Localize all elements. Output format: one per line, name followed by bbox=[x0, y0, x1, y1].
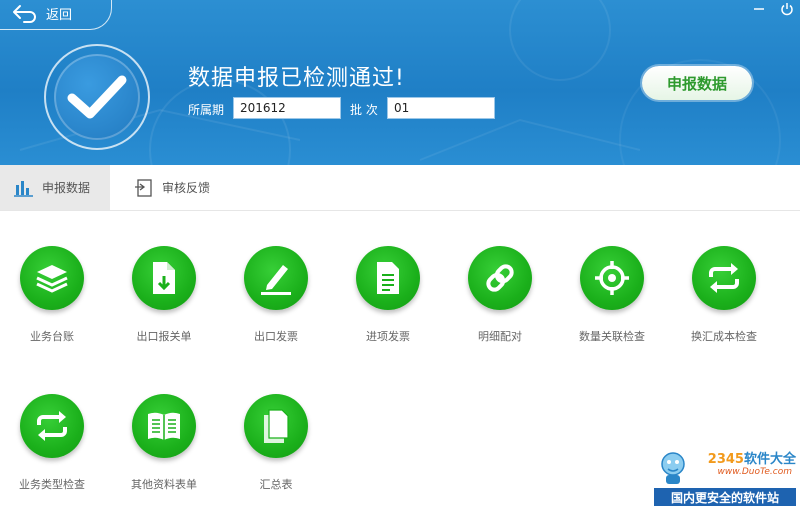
exchange-icon bbox=[37, 411, 67, 441]
item-export-declaration[interactable]: 出口报关单 bbox=[112, 246, 222, 356]
header-banner: 返回 数据申报已检测通过! 所属期 201612 批 次 01 申报数据 bbox=[0, 0, 800, 165]
feedback-icon bbox=[135, 178, 152, 197]
watermark-slogan: 国内更安全的软件站 bbox=[654, 488, 796, 506]
exchange-icon bbox=[709, 263, 739, 293]
batch-label: 批 次 bbox=[350, 103, 378, 117]
pen-icon bbox=[261, 265, 291, 295]
back-arrow-icon bbox=[13, 5, 36, 23]
tab-audit-feedback[interactable]: 审核反馈 bbox=[120, 165, 224, 210]
item-business-ledger[interactable]: 业务台账 bbox=[0, 246, 110, 356]
period-input[interactable]: 201612 bbox=[233, 97, 341, 119]
item-label: 出口报关单 bbox=[136, 330, 192, 343]
item-business-type-check[interactable]: 业务类型检查 bbox=[0, 394, 110, 504]
mascot-logo bbox=[661, 452, 685, 484]
item-exchange-cost-check[interactable]: 换汇成本检查 bbox=[672, 246, 782, 356]
item-other-forms[interactable]: 其他资料表单 bbox=[112, 394, 222, 504]
item-label: 换汇成本检查 bbox=[691, 330, 757, 343]
back-button[interactable]: 返回 bbox=[0, 0, 112, 30]
copy-icon bbox=[264, 409, 289, 443]
item-label: 出口发票 bbox=[254, 330, 298, 343]
bar-chart-icon bbox=[14, 180, 33, 197]
item-summary-table[interactable]: 汇总表 bbox=[224, 394, 334, 504]
book-icon bbox=[148, 412, 180, 440]
success-badge bbox=[44, 44, 150, 150]
item-input-invoice[interactable]: 进项发票 bbox=[336, 246, 446, 356]
watermark-url: www.DuoTe.com bbox=[717, 467, 792, 477]
tab-declare-data[interactable]: 申报数据 bbox=[0, 165, 110, 210]
status-title: 数据申报已检测通过! bbox=[188, 66, 405, 91]
item-label: 业务台账 bbox=[30, 330, 74, 343]
watermark-brand: 2345软件大全 bbox=[707, 452, 796, 467]
item-label: 其他资料表单 bbox=[131, 478, 197, 491]
tab-label: 申报数据 bbox=[42, 181, 91, 195]
document-icon bbox=[377, 262, 399, 294]
target-icon bbox=[595, 261, 629, 295]
item-label: 业务类型检查 bbox=[19, 478, 85, 491]
tab-label: 审核反馈 bbox=[162, 181, 211, 195]
tab-bar: 申报数据 审核反馈 bbox=[0, 165, 800, 211]
back-label: 返回 bbox=[46, 8, 73, 23]
item-label: 明细配对 bbox=[478, 330, 522, 343]
minimize-icon[interactable] bbox=[752, 2, 766, 16]
item-label: 进项发票 bbox=[366, 330, 410, 343]
item-label: 数量关联检查 bbox=[579, 330, 645, 343]
checkmark-icon bbox=[67, 75, 127, 119]
file-download-icon bbox=[153, 262, 175, 294]
window-controls bbox=[752, 2, 794, 16]
link-icon bbox=[486, 264, 514, 292]
item-quantity-check[interactable]: 数量关联检查 bbox=[560, 246, 670, 356]
item-export-invoice[interactable]: 出口发票 bbox=[224, 246, 334, 356]
item-label: 汇总表 bbox=[259, 478, 293, 491]
item-detail-matching[interactable]: 明细配对 bbox=[448, 246, 558, 356]
layers-icon bbox=[36, 265, 68, 293]
period-label: 所属期 bbox=[188, 103, 225, 117]
power-icon[interactable] bbox=[780, 2, 794, 16]
batch-input[interactable]: 01 bbox=[387, 97, 495, 119]
declare-data-button[interactable]: 申报数据 bbox=[642, 66, 752, 100]
watermark: 2345软件大全 www.DuoTe.com 国内更安全的软件站 bbox=[654, 448, 796, 506]
